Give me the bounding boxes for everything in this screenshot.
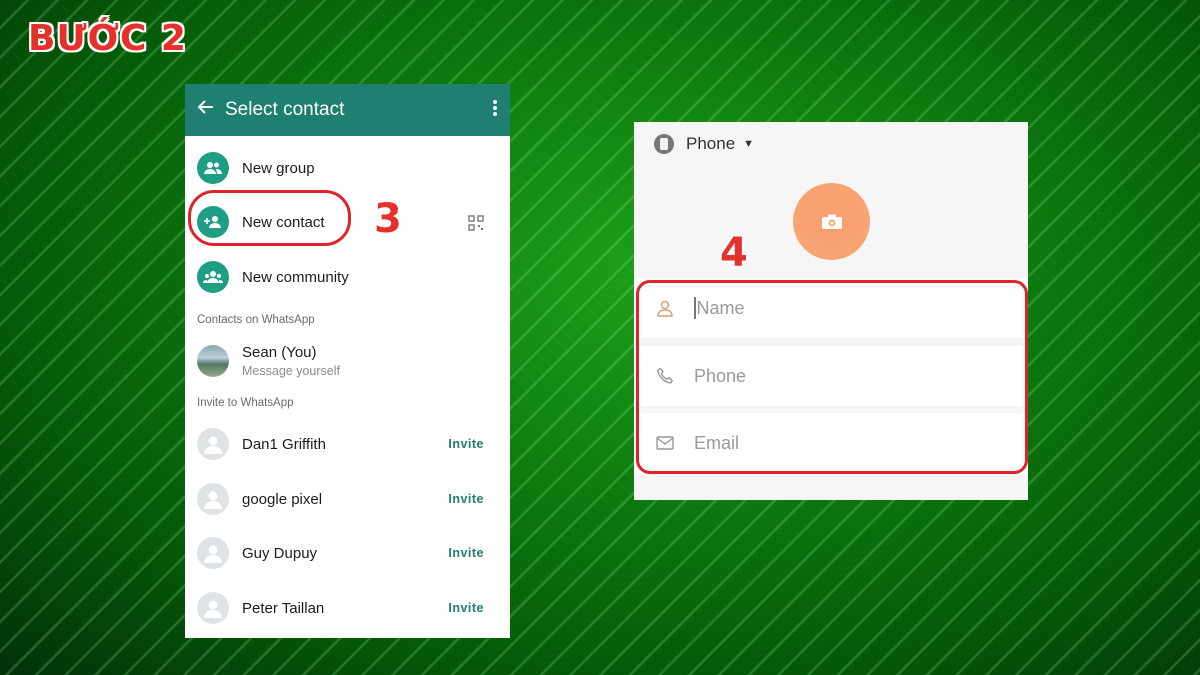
community-icon — [197, 261, 229, 293]
highlight-new-contact — [188, 190, 351, 246]
person-placeholder-icon — [197, 537, 229, 569]
new-community-label: New community — [242, 268, 349, 286]
list-item[interactable]: Guy Dupuy Invite — [185, 537, 510, 569]
group-icon — [197, 152, 229, 184]
app-header: Select contact — [185, 84, 510, 136]
camera-icon — [821, 214, 842, 229]
add-photo-button[interactable] — [793, 183, 870, 260]
page-title: Select contact — [225, 99, 345, 120]
self-contact-item[interactable]: Sean (You) Message yourself — [185, 344, 510, 378]
account-label: Phone — [686, 134, 736, 153]
new-group-item[interactable]: New group — [185, 152, 510, 184]
list-item[interactable]: Dan1 Griffith Invite — [185, 428, 510, 460]
step-title: BƯỚC 2 — [28, 18, 187, 59]
person-placeholder-icon — [197, 592, 229, 624]
highlight-contact-fields — [636, 280, 1028, 474]
step-marker-3: 3 — [374, 196, 402, 242]
qr-code-icon[interactable] — [468, 215, 484, 231]
invite-button[interactable]: Invite — [448, 601, 484, 615]
contact-name: Guy Dupuy — [242, 544, 318, 562]
phone-account-icon — [654, 134, 674, 154]
self-subtitle: Message yourself — [242, 364, 340, 378]
avatar — [197, 345, 229, 377]
arrow-left-icon[interactable] — [197, 98, 225, 122]
account-selector[interactable]: Phone ▼ — [654, 134, 754, 154]
new-group-label: New group — [242, 159, 315, 177]
list-item[interactable]: google pixel Invite — [185, 483, 510, 515]
contact-name: Dan1 Griffith — [242, 435, 326, 453]
contact-name: google pixel — [242, 490, 323, 508]
self-name: Sean (You) — [242, 344, 317, 361]
invite-button[interactable]: Invite — [448, 437, 484, 451]
invite-button[interactable]: Invite — [448, 492, 484, 506]
kebab-menu-icon[interactable] — [492, 99, 498, 122]
contact-name: Peter Taillan — [242, 599, 325, 617]
section-invite-label: Invite to WhatsApp — [197, 397, 294, 409]
person-placeholder-icon — [197, 483, 229, 515]
person-placeholder-icon — [197, 428, 229, 460]
new-community-item[interactable]: New community — [185, 261, 510, 293]
section-contacts-label: Contacts on WhatsApp — [197, 314, 315, 326]
step-marker-4: 4 — [720, 230, 748, 276]
list-item[interactable]: Peter Taillan Invite — [185, 592, 510, 624]
caret-down-icon: ▼ — [743, 138, 755, 150]
select-contact-screen: Select contact New group New contact New… — [185, 84, 510, 638]
invite-button[interactable]: Invite — [448, 546, 484, 560]
